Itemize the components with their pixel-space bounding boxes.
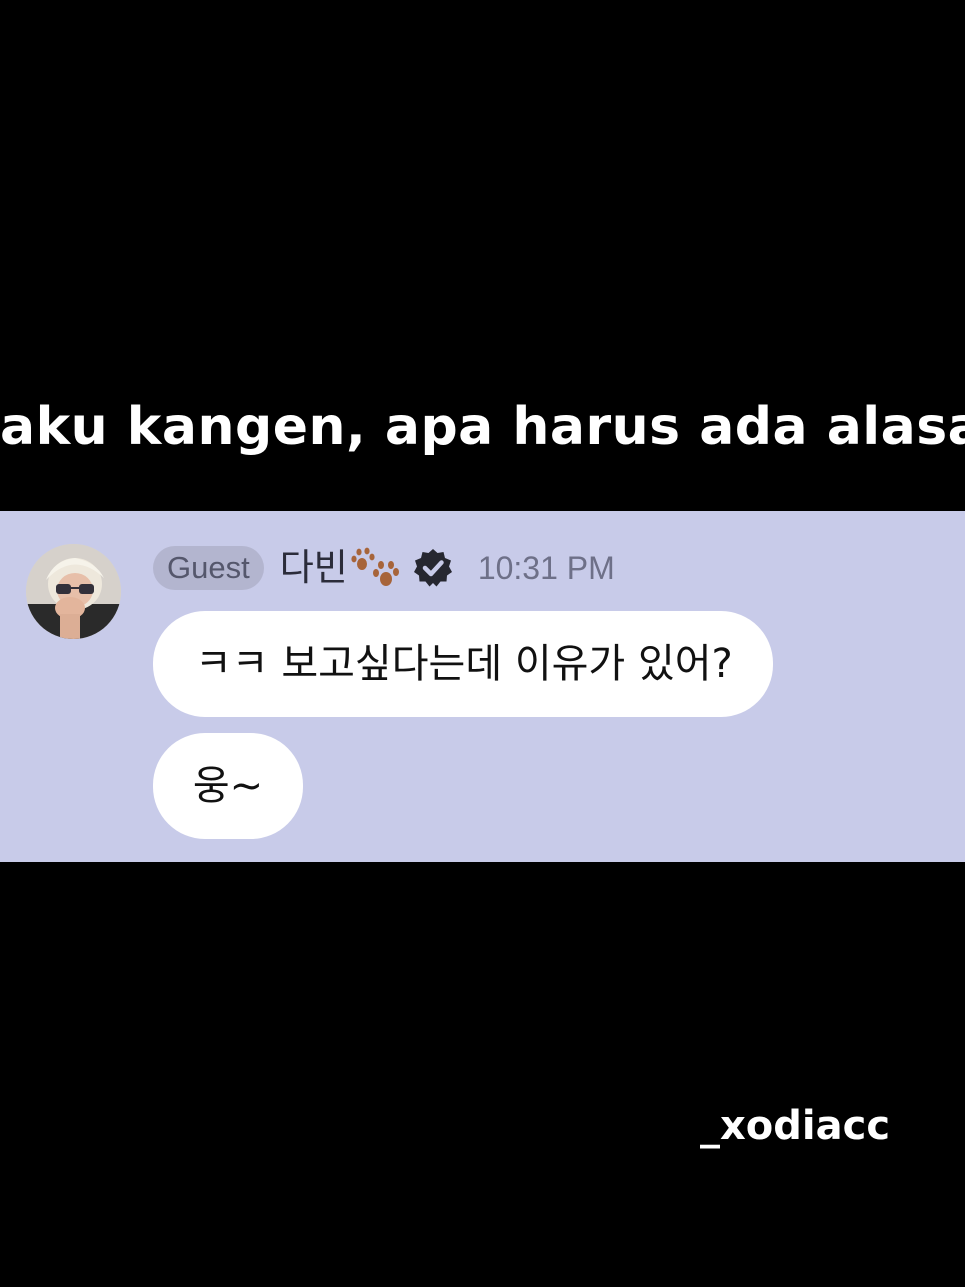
- message-timestamp: 10:31 PM: [477, 550, 615, 586]
- avatar-image: [26, 544, 121, 639]
- avatar[interactable]: [26, 544, 121, 639]
- caption-text: aku kangen, apa harus ada alasa: [0, 397, 965, 457]
- guest-badge: Guest: [153, 546, 264, 590]
- paw-print-icon: [351, 547, 399, 586]
- message-header: Guest 다빈 10:31 PM: [153, 545, 615, 591]
- verified-check-icon: [413, 549, 452, 587]
- message-bubble[interactable]: ㅋㅋ 보고싶다는데 이유가 있어?: [153, 611, 773, 717]
- message-bubble[interactable]: 웅~: [153, 733, 303, 839]
- chat-message-panel: Guest 다빈 10:31 PM ㅋㅋ 보고싶다는데 이유가 있어? 웅~: [0, 511, 965, 862]
- username[interactable]: 다빈: [280, 545, 348, 591]
- watermark-text: _xodiacc: [700, 1103, 891, 1149]
